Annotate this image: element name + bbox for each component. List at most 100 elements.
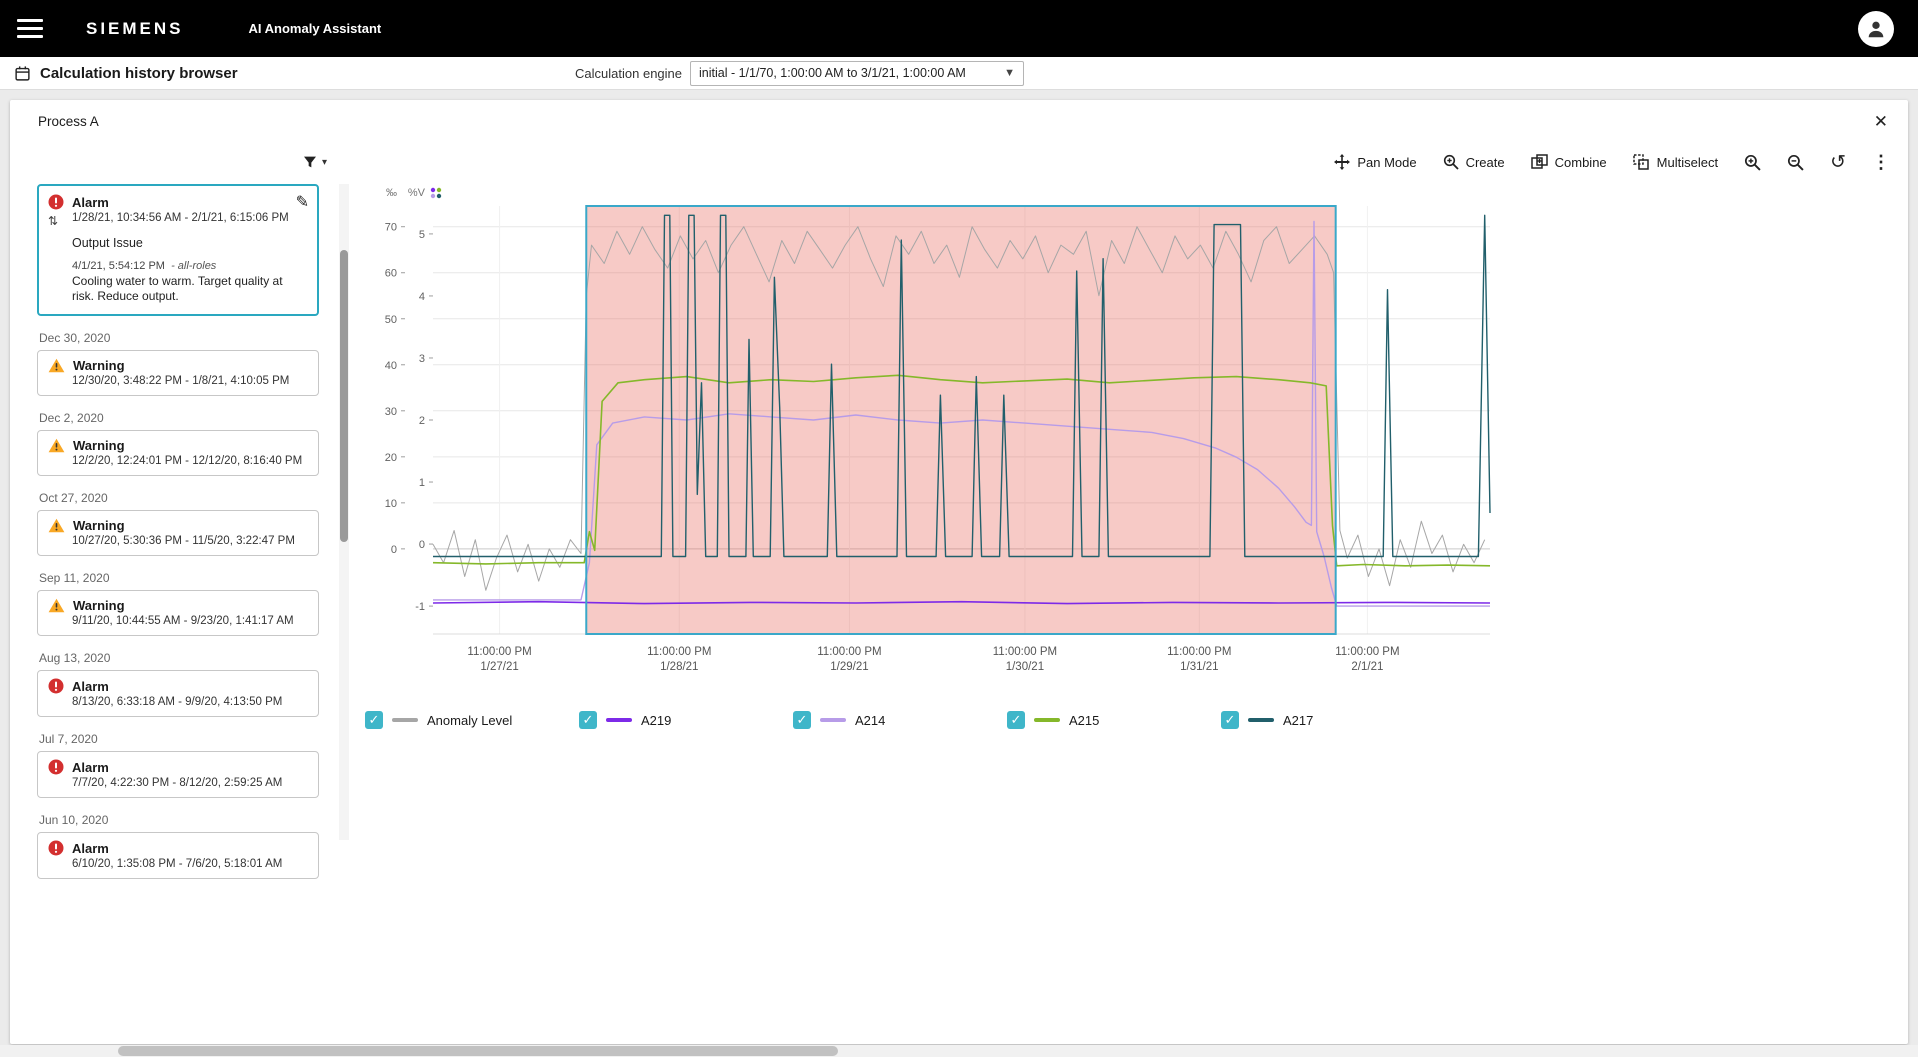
event-list-scrollbar[interactable] — [339, 184, 349, 840]
event-range: 12/30/20, 3:48:22 PM - 1/8/21, 4:10:05 P… — [72, 375, 308, 387]
event-card[interactable]: Warning9/11/20, 10:44:55 AM - 9/23/20, 1… — [37, 590, 319, 636]
legend-item: ✓ Anomaly Level — [365, 711, 579, 729]
axis-tick-label: 40 — [385, 360, 397, 372]
user-avatar[interactable] — [1858, 11, 1894, 47]
legend-checkbox[interactable]: ✓ — [365, 711, 383, 729]
axis-tick-label: 3 — [419, 353, 425, 365]
edit-icon[interactable]: ✎ — [296, 192, 309, 212]
legend-label: A214 — [855, 713, 885, 728]
event-severity: Alarm — [72, 195, 109, 210]
pan-mode-button[interactable]: Pan Mode — [1334, 154, 1416, 170]
axis-tick-label: 1/29/21 — [830, 661, 868, 673]
chart-toolbar: Pan Mode Create — [363, 140, 1908, 184]
process-panel: Process A ✕ ▾ ✎⇅Alarm1/28/21, 10:34:56 A — [10, 100, 1908, 1044]
legend-label: A217 — [1283, 713, 1313, 728]
legend-swatch — [1034, 718, 1060, 722]
legend-checkbox[interactable]: ✓ — [793, 711, 811, 729]
axis-tick-label: 11:00:00 PM — [993, 646, 1057, 658]
date-header: Dec 30, 2020 — [39, 331, 319, 345]
axis-tick-label: 2 — [419, 415, 425, 427]
legend-swatch — [820, 718, 846, 722]
combine-button[interactable]: Combine — [1531, 154, 1607, 170]
zoom-out-icon — [1787, 154, 1804, 171]
page-title: Calculation history browser — [40, 65, 238, 82]
zoom-out-button[interactable] — [1787, 154, 1804, 171]
reset-view-button[interactable]: ↺ — [1830, 153, 1846, 172]
sub-header: Calculation history browser Calculation … — [0, 57, 1918, 90]
pan-icon — [1334, 154, 1350, 170]
combine-label: Combine — [1555, 155, 1607, 170]
kebab-icon: ⋮ — [1872, 152, 1890, 173]
event-card[interactable]: Alarm7/7/20, 4:22:30 PM - 8/12/20, 2:59:… — [37, 751, 319, 798]
screen: SIEMENS AI Anomaly Assistant Calculation… — [0, 0, 1918, 1057]
filter-button[interactable]: ▾ — [302, 154, 327, 170]
axis-tick-label: 20 — [385, 452, 397, 464]
warning-icon — [48, 358, 65, 373]
event-card-selected[interactable]: ✎⇅Alarm1/28/21, 10:34:56 AM - 2/1/21, 6:… — [37, 184, 319, 316]
create-label: Create — [1466, 155, 1505, 170]
multiselect-button[interactable]: Multiselect — [1633, 154, 1718, 170]
menu-icon[interactable] — [0, 0, 60, 57]
engine-select[interactable]: initial - 1/1/70, 1:00:00 AM to 3/1/21, … — [690, 61, 1024, 86]
event-severity: Warning — [73, 518, 125, 533]
event-card[interactable]: Alarm6/10/20, 1:35:08 PM - 7/6/20, 5:18:… — [37, 832, 319, 879]
axis-tick-label: 1/30/21 — [1006, 661, 1044, 673]
event-range: 10/27/20, 5:30:36 PM - 11/5/20, 3:22:47 … — [72, 535, 308, 547]
legend-label: Anomaly Level — [427, 713, 512, 728]
axis-tick-label: 11:00:00 PM — [1167, 646, 1231, 658]
legend-item: ✓ A214 — [793, 711, 1007, 729]
event-severity: Warning — [73, 438, 125, 453]
event-severity: Warning — [73, 598, 125, 613]
event-sidebar: ▾ ✎⇅Alarm1/28/21, 10:34:56 AM - 2/1/21, … — [37, 140, 349, 879]
event-card[interactable]: Warning 10/27/20, 5:30:36 PM - 11/5/20, 3… — [37, 510, 319, 556]
legend-item: ✓ A219 — [579, 711, 793, 729]
event-card[interactable]: Alarm8/13/20, 6:33:18 AM - 9/9/20, 4:13:… — [37, 670, 319, 717]
date-header: Jul 7, 2020 — [39, 732, 319, 746]
event-severity: Alarm — [72, 841, 109, 856]
event-range: 12/2/20, 12:24:01 PM - 12/12/20, 8:16:40… — [72, 455, 308, 467]
axis-unit-permille: ‰ — [386, 187, 397, 199]
reset-icon: ↺ — [1830, 153, 1846, 172]
date-header: Jun 10, 2020 — [39, 813, 319, 827]
combine-icon — [1531, 154, 1548, 170]
axis-tick-label: 11:00:00 PM — [467, 646, 531, 658]
breadcrumb: Calculation history browser — [14, 65, 238, 82]
legend-checkbox[interactable]: ✓ — [1221, 711, 1239, 729]
transfer-icon: ⇅ — [48, 214, 58, 228]
scrollbar-thumb[interactable] — [118, 1046, 838, 1056]
horizontal-scrollbar[interactable] — [0, 1045, 1918, 1057]
legend-swatch — [606, 718, 632, 722]
axis-tick-label: 4 — [419, 291, 425, 303]
event-list: ✎⇅Alarm1/28/21, 10:34:56 AM - 2/1/21, 6:… — [37, 184, 319, 879]
legend-item: ✓A215 — [1007, 711, 1221, 729]
legend-checkbox[interactable]: ✓ — [579, 711, 597, 729]
event-meta: 4/1/21, 5:54:12 PM - all-roles — [72, 260, 307, 272]
close-icon[interactable]: ✕ — [1874, 113, 1888, 130]
legend-checkbox[interactable]: ✓ — [1007, 711, 1025, 729]
axis-tick-label: 1/28/21 — [660, 661, 698, 673]
app-title: AI Anomaly Assistant — [249, 21, 382, 36]
zoom-in-button[interactable] — [1744, 154, 1761, 171]
legend-item: ✓ A217 — [1221, 711, 1435, 729]
event-card[interactable]: Warning 12/2/20, 12:24:01 PM - 12/12/20, … — [37, 430, 319, 476]
siemens-logo: SIEMENS — [86, 19, 184, 39]
date-header: Dec 2, 2020 — [39, 411, 319, 425]
axis-tick-label: 30 — [385, 406, 397, 418]
anomaly-chart[interactable]: 706050403020100543210-1‰%V11:00:00 PM1/2… — [363, 184, 1503, 689]
chevron-down-icon: ▾ — [322, 157, 327, 168]
axis-tick-label: 11:00:00 PM — [1335, 646, 1399, 658]
more-options-button[interactable]: ⋮ — [1872, 152, 1890, 173]
scrollbar-thumb[interactable] — [340, 250, 348, 542]
alarm-icon — [48, 759, 64, 775]
axis-tick-label: 0 — [391, 544, 397, 556]
legend-label: A219 — [641, 713, 671, 728]
event-card[interactable]: Warning12/30/20, 3:48:22 PM - 1/8/21, 4:… — [37, 350, 319, 396]
chart-legend: ✓Anomaly Level✓A219✓A214✓A215✓A217 — [365, 711, 1908, 729]
create-button[interactable]: Create — [1443, 154, 1505, 170]
zoom-in-icon — [1744, 154, 1761, 171]
axis-tick-label: 70 — [385, 222, 397, 234]
funnel-icon — [302, 154, 318, 170]
axis-tick-label: 10 — [385, 498, 397, 510]
multiselect-icon — [1633, 154, 1650, 170]
axis-series-dot — [431, 188, 435, 192]
